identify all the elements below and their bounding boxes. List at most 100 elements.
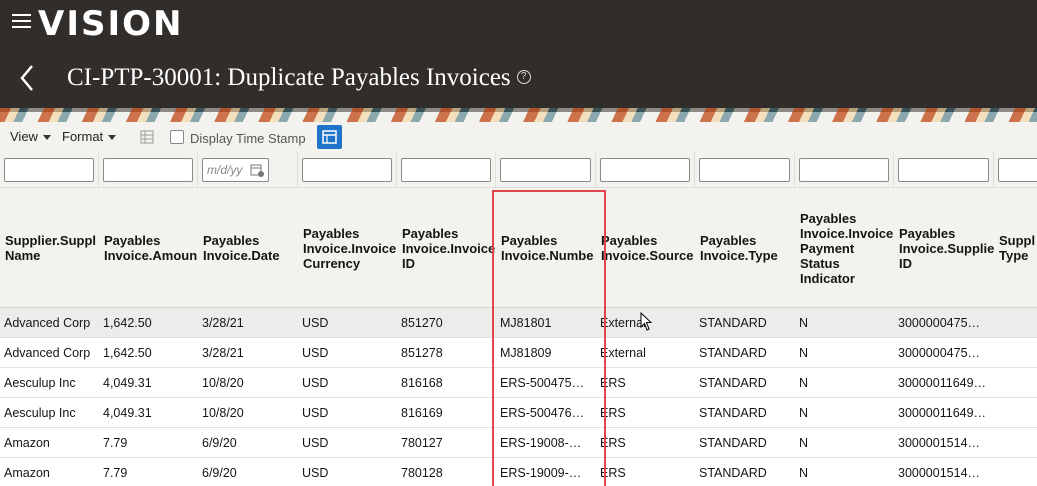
filter-cell [994,152,1037,188]
cell-payment-status: N [799,406,809,420]
col-header-label: Payables Invoice.Invoice Currency [303,225,397,271]
cell-type: STANDARD [699,466,767,480]
col-header-label: Payables Invoice.Invoice ID [402,225,496,271]
filter-cell: m/d/yy [198,152,298,188]
view-menu[interactable]: View [10,129,51,144]
filter-cell [496,152,596,188]
col-header-date[interactable]: Payables Invoice.Date [198,188,298,308]
cell-currency: USD [302,436,329,450]
display-timestamp-checkbox[interactable] [170,130,184,144]
table-row[interactable]: Advanced Corp 1,642.50 3/28/21 USD 851270 MJ8… [0,308,1037,338]
page-title: CI-PTP-30001: Duplicate Payables Invoice… [67,60,531,96]
cell-supplier-name: Advanced Corp [4,316,91,330]
cell-amount: 1,642.50 [103,316,152,330]
back-arrow-icon[interactable] [16,60,40,96]
supplier-name-filter[interactable] [4,158,94,182]
col-header-amount[interactable]: Payables Invoice.Amoun [99,188,198,308]
app-root: VISION CI-PTP-30001: Duplicate Payables … [0,0,1037,486]
supplier-type-filter[interactable] [998,158,1037,182]
source-filter[interactable] [600,158,690,182]
cell-invoice-id: 816169 [401,406,443,420]
app-header: VISION CI-PTP-30001: Duplicate Payables … [0,0,1037,112]
table-toolbar: View Format Display Time Stamp [0,122,1037,152]
cell-payment-status: N [799,436,809,450]
invoice-id-filter[interactable] [401,158,491,182]
filter-cell [298,152,397,188]
col-header-invoice-id[interactable]: Payables Invoice.Invoice ID [397,188,496,308]
cell-supplier-id: 3000000475… [898,346,981,360]
cell-date: 10/8/20 [202,406,244,420]
mouse-cursor-icon [640,312,653,331]
table-row[interactable]: Amazon 7.79 6/9/20 USD 780128 ERS-19009-… ERS S… [0,458,1037,486]
cell-invoice-number: MJ81801 [500,316,552,330]
view-caret-icon [42,135,51,141]
cell-amount: 7.79 [103,466,128,480]
col-header-supplier-type[interactable]: Suppl Type [994,188,1037,308]
cell-date: 3/28/21 [202,316,244,330]
col-header-source[interactable]: Payables Invoice.Source [596,188,695,308]
display-timestamp-label: Display Time Stamp [190,131,306,146]
hamburger-menu-icon[interactable] [12,14,31,30]
col-header-payment-status[interactable]: Payables Invoice.Invoice Payment Status … [795,188,894,308]
payment-status-filter[interactable] [799,158,889,182]
table-row[interactable]: Aesculup Inc 4,049.31 10/8/20 USD 816169 ERS-… [0,398,1037,428]
cell-supplier-name: Amazon [4,466,50,480]
col-header-supplier-id[interactable]: Payables Invoice.Supplie ID [894,188,994,308]
cell-supplier-type [994,338,1037,368]
cell-type: STANDARD [699,346,767,360]
col-header-type[interactable]: Payables Invoice.Type [695,188,795,308]
col-header-label: Suppl Type [999,233,1036,263]
cell-currency: USD [302,316,329,330]
col-header-invoice-number[interactable]: Payables Invoice.Numbe [496,188,596,308]
cell-supplier-id: 3000000475… [898,316,981,330]
format-menu[interactable]: Format [62,129,117,144]
cell-type: STANDARD [699,376,767,390]
table-row[interactable]: Amazon 7.79 6/9/20 USD 780127 ERS-19008-… ERS S… [0,428,1037,458]
col-header-supplier-name[interactable]: Supplier.Suppl Name [0,188,99,308]
freeze-columns-icon[interactable] [140,130,154,144]
currency-filter[interactable] [302,158,392,182]
date-filter-placeholder: m/d/yy [207,163,243,177]
type-filter[interactable] [699,158,790,182]
format-menu-label: Format [62,129,104,144]
cell-invoice-id: 851270 [401,316,443,330]
view-menu-label: View [10,129,38,144]
amount-filter[interactable] [103,158,193,182]
col-header-label: Payables Invoice.Invoice Payment Status … [800,210,894,286]
cell-supplier-id: 30000011649… [898,376,987,390]
date-filter[interactable]: m/d/yy [202,158,269,182]
page-title-text: CI-PTP-30001: Duplicate Payables Invoice… [67,64,511,91]
table-row[interactable]: Advanced Corp 1,642.50 3/28/21 USD 851278 MJ8… [0,338,1037,368]
cell-invoice-number: ERS-500476… [500,406,585,420]
cell-payment-status: N [799,376,809,390]
invoice-number-filter[interactable] [500,158,591,182]
cell-supplier-name: Advanced Corp [4,346,91,360]
cell-date: 6/9/20 [202,436,237,450]
cell-supplier-type [994,398,1037,428]
col-header-currency[interactable]: Payables Invoice.Invoice Currency [298,188,397,308]
format-caret-icon [108,135,117,141]
table-row[interactable]: Aesculup Inc 4,049.31 10/8/20 USD 816168 ERS-… [0,368,1037,398]
filter-cell [596,152,695,188]
cell-invoice-id: 851278 [401,346,443,360]
detach-table-button[interactable] [317,125,342,149]
cell-invoice-number: ERS-19009-… [500,466,582,480]
vision-logo[interactable]: VISION [38,2,183,46]
cell-supplier-id: 3000001514… [898,436,981,450]
cell-invoice-number: ERS-500475… [500,376,585,390]
col-header-label: Payables Invoice.Type [700,233,778,263]
cell-supplier-id: 30000011649… [898,406,987,420]
supplier-id-filter[interactable] [898,158,989,182]
col-header-label: Payables Invoice.Numbe [501,233,594,263]
cell-date: 6/9/20 [202,466,237,480]
filter-cell [695,152,795,188]
filter-cell [99,152,198,188]
filter-cell [0,152,99,188]
filter-row: m/d/yy [0,152,1037,188]
cell-source: ERS [600,376,626,390]
cell-supplier-type [994,458,1037,486]
calendar-icon[interactable] [250,163,264,177]
cell-supplier-name: Aesculup Inc [4,376,76,390]
help-icon[interactable]: ? [516,70,531,85]
cell-type: STANDARD [699,316,767,330]
